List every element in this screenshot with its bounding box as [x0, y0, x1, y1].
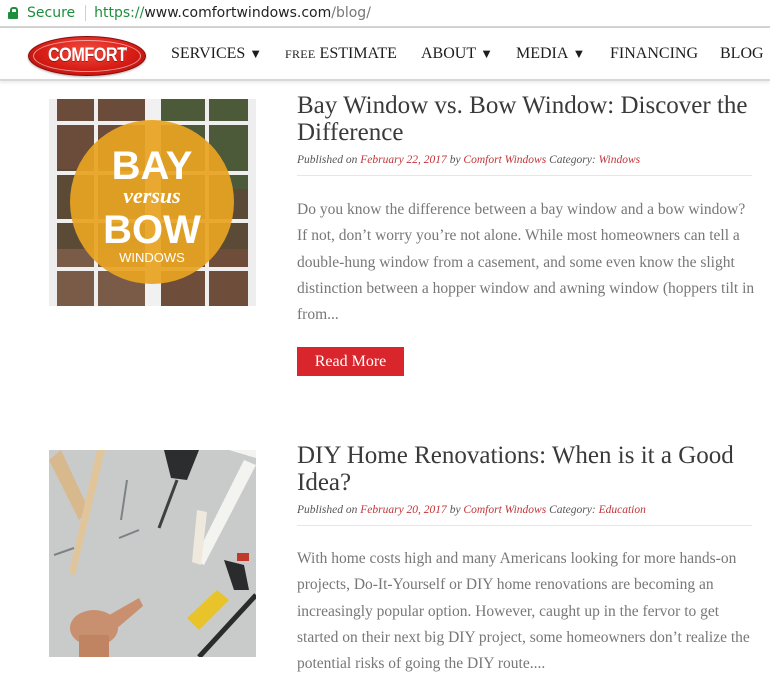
address-divider	[85, 5, 87, 21]
post-meta: Published on February 22, 2017 by Comfor…	[297, 154, 640, 166]
category-link[interactable]: Education	[599, 504, 646, 516]
nav-media-label: MEDIA	[516, 45, 569, 62]
category-label: Category:	[549, 504, 596, 516]
post-date-link[interactable]: February 20, 2017	[360, 504, 447, 516]
nav-estimate-label: ESTIMATE	[319, 45, 397, 62]
author-link[interactable]: Comfort Windows	[463, 504, 546, 516]
chevron-down-icon: ▼	[480, 46, 493, 61]
url-path: /blog/	[331, 5, 371, 21]
chevron-down-icon: ▼	[249, 46, 263, 61]
lock-icon	[8, 7, 18, 19]
post-divider	[297, 175, 752, 176]
by-label: by	[449, 504, 461, 516]
nav-blog-label: BLOG	[720, 45, 764, 62]
nav-free-label: FREE	[285, 47, 316, 61]
published-label: Published on	[297, 504, 358, 516]
nav-blog[interactable]: BLOG	[720, 45, 764, 63]
nav-media[interactable]: MEDIA ▼	[516, 45, 585, 63]
logo-text: COMFORT	[47, 45, 127, 66]
nav-financing[interactable]: FINANCING	[610, 45, 698, 63]
by-label: by	[449, 154, 461, 166]
logo-trademark: TM	[119, 47, 127, 53]
secure-label: Secure	[27, 5, 76, 21]
post-date-link[interactable]: February 22, 2017	[360, 154, 447, 166]
post-title[interactable]: Bay Window vs. Bow Window: Discover the …	[297, 92, 767, 146]
url-text[interactable]: https://www.comfortwindows.com/blog/	[94, 5, 371, 21]
image-text-versus: versus	[123, 183, 180, 208]
nav-services[interactable]: SERVICES ▼	[171, 45, 262, 63]
nav-free-estimate[interactable]: FREE ESTIMATE	[285, 45, 397, 63]
comfort-logo[interactable]: COMFORT TM	[28, 36, 146, 76]
bay-vs-bow-image: BAY versus BOW WINDOWS	[49, 99, 256, 306]
nav-financing-label: FINANCING	[610, 45, 698, 62]
site-header: COMFORT TM SERVICES ▼ FREE ESTIMATE ABOUT…	[0, 27, 770, 81]
address-bar[interactable]: Secure https://www.comfortwindows.com/bl…	[0, 0, 770, 27]
image-text-windows: WINDOWS	[119, 250, 185, 265]
url-scheme: https://	[94, 5, 145, 21]
category-link[interactable]: Windows	[599, 154, 641, 166]
chevron-down-icon: ▼	[572, 46, 586, 61]
image-text-bow: BOW	[103, 208, 201, 252]
nav-about-label: ABOUT	[421, 45, 477, 62]
diy-tools-image	[49, 450, 256, 657]
url-host: www.comfortwindows.com	[144, 5, 332, 21]
published-label: Published on	[297, 154, 358, 166]
post-excerpt: Do you know the difference between a bay…	[297, 201, 755, 324]
post-meta: Published on February 20, 2017 by Comfor…	[297, 504, 646, 516]
post-thumbnail-bay-vs-bow[interactable]: BAY versus BOW WINDOWS	[49, 99, 256, 306]
post-excerpt: With home costs high and many Americans …	[297, 550, 750, 673]
post-thumbnail-diy[interactable]	[49, 450, 256, 657]
post-divider	[297, 525, 752, 526]
image-text-bay: BAY	[112, 144, 193, 188]
category-label: Category:	[549, 154, 596, 166]
nav-services-label: SERVICES	[171, 45, 246, 62]
author-link[interactable]: Comfort Windows	[463, 154, 546, 166]
post-title[interactable]: DIY Home Renovations: When is it a Good …	[297, 442, 767, 496]
nav-about[interactable]: ABOUT ▼	[421, 45, 493, 63]
read-more-button[interactable]: Read More	[297, 347, 404, 376]
